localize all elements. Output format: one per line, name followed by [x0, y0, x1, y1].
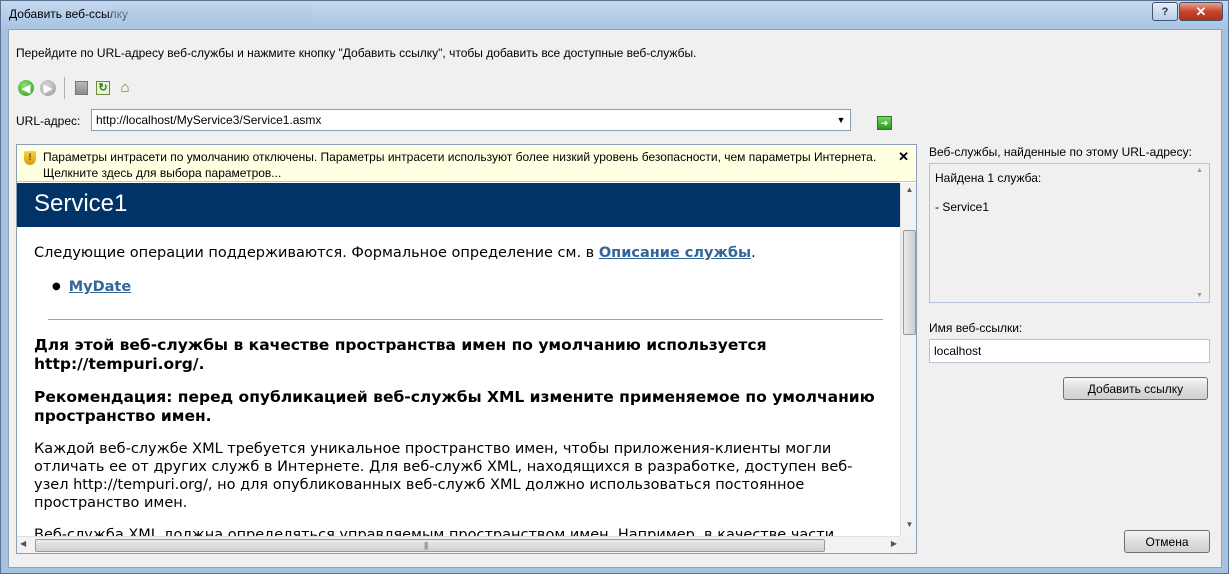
home-icon: ⌂	[120, 79, 130, 96]
browser-pane: ! Параметры интрасети по умолчанию отклю…	[16, 144, 917, 554]
stop-button[interactable]	[71, 78, 91, 98]
browser-toolbar: ◀ ▶ ↻ ⌂	[16, 76, 137, 100]
chevron-down-icon[interactable]: ▼	[834, 112, 848, 128]
shield-warning-icon: !	[24, 151, 36, 165]
horizontal-scrollbar[interactable]: ◀ ||| ▶	[17, 536, 900, 553]
go-arrow-icon: ➜	[880, 117, 889, 128]
url-input[interactable]	[96, 113, 816, 127]
url-label: URL-адрес:	[16, 114, 81, 128]
forward-arrow-icon: ▶	[40, 80, 56, 96]
service-page: Service1 Следующие операции поддерживают…	[17, 183, 900, 536]
namespace-paragraph-2: Веб-служба XML должна определяться управ…	[34, 527, 835, 536]
reference-name-input[interactable]	[929, 339, 1210, 363]
service-banner: Service1	[17, 183, 900, 227]
title-bar[interactable]: Добавить веб-ссылку ? ✕	[1, 1, 1228, 28]
found-box-scrollbar[interactable]: ▲ ▼	[1193, 165, 1208, 301]
infobar-close-icon[interactable]: ✕	[898, 149, 909, 165]
namespace-paragraph: Каждой веб-службе XML требуется уникальн…	[34, 441, 853, 511]
operations-list: MyDate	[52, 279, 883, 295]
back-button[interactable]: ◀	[16, 78, 36, 98]
refresh-icon: ↻	[96, 81, 110, 95]
scroll-up-icon[interactable]: ▲	[1196, 167, 1203, 174]
service-doc: Следующие операции поддерживаются. Форма…	[17, 245, 900, 536]
add-reference-button[interactable]: Добавить ссылку	[1063, 377, 1208, 400]
scroll-left-icon[interactable]: ◀	[20, 539, 26, 548]
scroll-right-icon[interactable]: ▶	[891, 539, 897, 548]
service-description-link[interactable]: Описание службы	[599, 245, 751, 261]
divider	[48, 319, 883, 320]
horizontal-scroll-thumb[interactable]: |||	[35, 539, 825, 552]
list-item: MyDate	[52, 279, 883, 295]
operations-intro-text: Следующие операции поддерживаются. Форма…	[34, 245, 599, 261]
found-services-box[interactable]: Найдена 1 служба: - Service1 ▲ ▼	[929, 163, 1210, 303]
namespace-heading: Для этой веб-службы в качестве пространс…	[34, 336, 767, 373]
reference-name-label: Имя веб-ссылки:	[929, 321, 1023, 335]
back-arrow-icon: ◀	[18, 80, 34, 96]
scroll-down-icon[interactable]: ▼	[901, 520, 916, 534]
found-service-item: - Service1	[935, 200, 990, 214]
grip-icon: |||	[424, 541, 428, 550]
go-button[interactable]: ➜	[877, 116, 892, 130]
forward-button[interactable]: ▶	[38, 78, 58, 98]
help-button[interactable]: ?	[1152, 2, 1178, 21]
scrollbar-corner	[900, 536, 916, 553]
toolbar-separator	[64, 77, 65, 99]
home-button[interactable]: ⌂	[115, 78, 135, 98]
refresh-button[interactable]: ↻	[93, 78, 113, 98]
stop-icon	[74, 81, 88, 95]
close-window-button[interactable]: ✕	[1179, 2, 1223, 21]
title-blur-region	[111, 8, 311, 19]
cancel-button[interactable]: Отмена	[1124, 530, 1210, 553]
recommendation-heading: Рекомендация: перед опубликацией веб-слу…	[34, 388, 875, 425]
url-combobox[interactable]: ▼	[91, 109, 851, 131]
operation-link-mydate[interactable]: MyDate	[69, 279, 131, 295]
dialog-client-area: Перейдите по URL-адресу веб-службы и наж…	[8, 29, 1222, 568]
scroll-down-icon[interactable]: ▼	[1196, 292, 1203, 299]
found-services-label: Веб-службы, найденные по этому URL-адрес…	[929, 145, 1192, 159]
infobar-text[interactable]: Параметры интрасети по умолчанию отключе…	[43, 149, 893, 181]
operations-intro-suffix: .	[751, 245, 756, 261]
operations-intro: Следующие операции поддерживаются. Форма…	[34, 245, 883, 261]
instruction-text: Перейдите по URL-адресу веб-службы и наж…	[16, 46, 697, 60]
vertical-scrollbar[interactable]: ▲ ▼	[900, 183, 916, 536]
vertical-scroll-thumb[interactable]	[903, 230, 916, 335]
security-infobar[interactable]: ! Параметры интрасети по умолчанию отклю…	[17, 145, 916, 182]
dialog-window: Добавить веб-ссылку ? ✕ Перейдите по URL…	[0, 0, 1229, 574]
scroll-up-icon[interactable]: ▲	[901, 185, 916, 199]
found-count-text: Найдена 1 служба:	[935, 171, 1042, 185]
